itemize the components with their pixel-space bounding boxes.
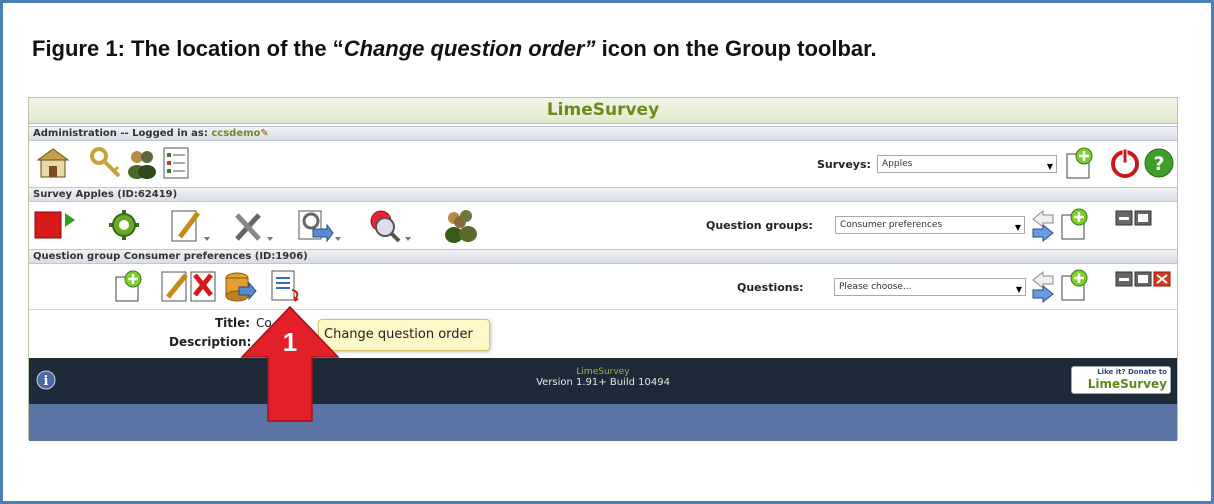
browse-responses-icon[interactable] bbox=[367, 207, 411, 245]
export-icon[interactable] bbox=[297, 207, 341, 245]
edit-survey-icon[interactable] bbox=[170, 207, 212, 245]
caption-prefix: Figure 1: The location of the “ bbox=[32, 36, 344, 61]
question-nav-arrows-icon[interactable] bbox=[1031, 270, 1055, 304]
logout-icon[interactable] bbox=[1109, 147, 1141, 179]
user-groups-icon[interactable] bbox=[125, 146, 159, 180]
app-title: LimeSurvey bbox=[29, 98, 1177, 124]
group-bar: Question group Consumer preferences (ID:… bbox=[29, 249, 1177, 264]
footer-version: Version 1.91+ Build 10494 bbox=[536, 377, 670, 388]
add-survey-icon[interactable] bbox=[1062, 146, 1096, 180]
activate-survey-icon[interactable] bbox=[34, 209, 78, 241]
export-group-icon[interactable] bbox=[223, 269, 257, 303]
svg-text:?: ? bbox=[1153, 153, 1164, 175]
page-bottom-bar bbox=[29, 404, 1177, 441]
add-question-icon-right[interactable] bbox=[1057, 268, 1091, 302]
minimize-restore-icon[interactable] bbox=[1115, 210, 1153, 226]
pencil-icon: ✎ bbox=[260, 128, 269, 139]
add-question-icon[interactable] bbox=[111, 269, 145, 303]
change-question-order-icon[interactable] bbox=[268, 269, 304, 303]
question-groups-select[interactable]: Consumer preferences ▼ bbox=[835, 216, 1025, 234]
caption-emphasis: Change question order” bbox=[343, 36, 596, 61]
callout-arrow: 1 bbox=[240, 305, 340, 422]
delete-group-icon[interactable] bbox=[187, 269, 219, 303]
limesurvey-window: LimeSurvey Administration -- Logged in a… bbox=[28, 97, 1178, 441]
change-question-order-tooltip: Change question order bbox=[318, 319, 490, 351]
surveys-label: Surveys: bbox=[817, 158, 871, 171]
key-icon[interactable] bbox=[89, 146, 123, 180]
caption-suffix: icon on the Group toolbar. bbox=[595, 36, 877, 61]
callout-number: 1 bbox=[283, 327, 297, 357]
checklist-icon[interactable] bbox=[161, 146, 191, 180]
admin-bar: Administration -- Logged in as: ccsdemo✎ bbox=[29, 126, 1177, 141]
chevron-down-icon: ▼ bbox=[1046, 162, 1053, 171]
surveys-selected: Apples bbox=[882, 159, 913, 169]
survey-toolbar: Question groups: Consumer preferences ▼ bbox=[29, 203, 1177, 248]
surveys-select[interactable]: Apples ▼ bbox=[877, 155, 1057, 173]
survey-bar: Survey Apples (ID:62419) bbox=[29, 187, 1177, 202]
minimize-restore-close-icon[interactable] bbox=[1115, 271, 1173, 287]
tokens-icon[interactable] bbox=[442, 207, 480, 245]
help-icon[interactable]: ? bbox=[1143, 147, 1175, 179]
figure-caption: Figure 1: The location of the “Change qu… bbox=[32, 36, 877, 62]
questions-selected: Please choose... bbox=[839, 282, 912, 292]
group-info: Title: Co Description: bbox=[29, 309, 1177, 355]
chevron-down-icon: ▼ bbox=[1015, 285, 1022, 294]
questions-label: Questions: bbox=[737, 281, 804, 294]
donate-small-text: Like it? Donate to bbox=[1097, 368, 1167, 376]
question-groups-label: Question groups: bbox=[706, 219, 813, 232]
group-toolbar: Questions: Please choose... ▼ bbox=[29, 265, 1177, 308]
tools-icon[interactable] bbox=[231, 207, 275, 245]
donate-big-text: LimeSurvey bbox=[1087, 377, 1167, 391]
question-groups-selected: Consumer preferences bbox=[840, 220, 943, 230]
admin-username: ccsdemo bbox=[211, 128, 261, 139]
donate-badge[interactable]: Like it? Donate to LimeSurvey bbox=[1071, 366, 1171, 394]
admin-toolbar: Surveys: Apples ▼ ? bbox=[29, 142, 1177, 186]
group-nav-arrows-icon[interactable] bbox=[1031, 209, 1055, 243]
gear-icon[interactable] bbox=[108, 209, 140, 241]
add-group-icon[interactable] bbox=[1057, 207, 1091, 241]
footer-app-name: LimeSurvey bbox=[576, 367, 630, 377]
questions-select[interactable]: Please choose... ▼ bbox=[834, 278, 1026, 296]
admin-bar-text: Administration -- Logged in as: bbox=[33, 128, 212, 139]
home-icon[interactable] bbox=[36, 146, 70, 180]
chevron-down-icon: ▼ bbox=[1014, 223, 1021, 232]
app-footer: i LimeSurvey Version 1.91+ Build 10494 L… bbox=[29, 358, 1177, 404]
